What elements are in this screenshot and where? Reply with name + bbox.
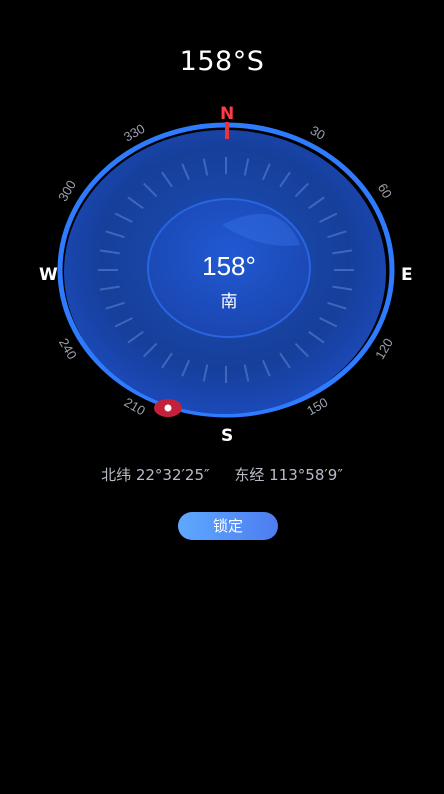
- compass-screen: 158°S 30 60 120 150 210 240 300 330 158°…: [0, 0, 444, 794]
- center-degree: 158°: [202, 251, 256, 281]
- cardinal-east: E: [401, 265, 413, 285]
- lock-button[interactable]: 锁定: [178, 512, 278, 540]
- degree-label: 330: [121, 121, 147, 145]
- location-readout: 北纬 22°32′25″ 东经 113°58′9″: [0, 464, 444, 485]
- cardinal-north: N: [220, 104, 235, 124]
- degree-label: 120: [372, 336, 396, 362]
- latitude-text: 北纬 22°32′25″: [101, 466, 210, 484]
- cardinal-west: W: [39, 265, 58, 285]
- degree-label: 240: [56, 336, 80, 362]
- center-direction: 南: [221, 292, 238, 312]
- degree-label: 30: [308, 123, 328, 143]
- north-marker: [225, 122, 229, 139]
- degree-label: 300: [55, 178, 79, 204]
- longitude-text: 东经 113°58′9″: [234, 466, 343, 484]
- heading-pointer-icon: [154, 399, 182, 417]
- compass-dial: 3060120150210240300330 158° 南: [55, 121, 396, 419]
- heading-readout: 158°S: [179, 46, 265, 77]
- degree-label: 60: [375, 181, 395, 201]
- cardinal-south: S: [221, 426, 234, 446]
